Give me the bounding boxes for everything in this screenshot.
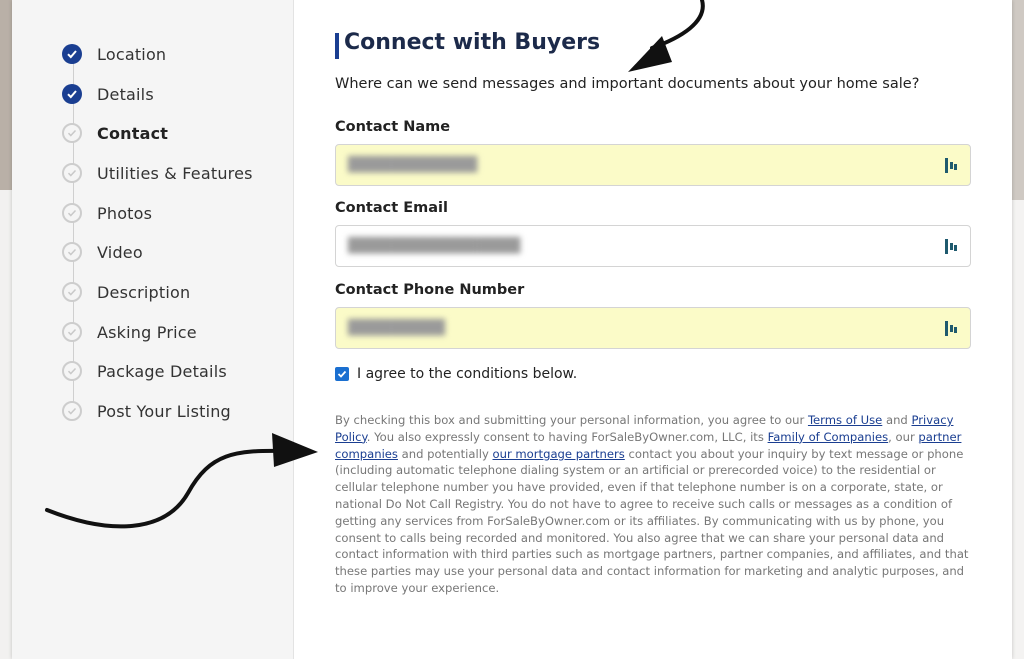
step-label: Photos	[97, 203, 153, 223]
step-label: Asking Price	[97, 322, 197, 342]
title-accent-bar	[335, 33, 339, 59]
check-icon	[62, 84, 82, 104]
contact-phone-input[interactable]: █████████	[335, 307, 971, 349]
step-sidebar: Location Details Contact Utilities & Fea…	[12, 0, 294, 659]
agree-checkbox-row[interactable]: I agree to the conditions below.	[335, 366, 577, 382]
contact-name-input[interactable]: ████████████	[335, 144, 971, 186]
step-contact[interactable]: Contact	[62, 121, 168, 145]
contact-name-label: Contact Name	[335, 119, 451, 135]
step-label: Post Your Listing	[97, 401, 231, 421]
contact-phone-label: Contact Phone Number	[335, 282, 525, 298]
family-of-companies-link[interactable]: Family of Companies	[768, 430, 889, 444]
step-photos[interactable]: Photos	[62, 201, 152, 225]
step-location[interactable]: Location	[62, 42, 166, 66]
step-label: Utilities & Features	[97, 163, 253, 183]
mortgage-partners-link[interactable]: our mortgage partners	[493, 447, 625, 461]
legal-disclaimer: By checking this box and submitting your…	[335, 413, 969, 595]
step-post-listing[interactable]: Post Your Listing	[62, 399, 231, 423]
step-label: Video	[97, 242, 143, 262]
password-manager-icon[interactable]	[944, 320, 958, 336]
step-label: Details	[97, 84, 154, 104]
step-details[interactable]: Details	[62, 82, 154, 106]
step-label: Location	[97, 44, 167, 64]
check-outline-icon	[62, 203, 82, 223]
step-description[interactable]: Description	[62, 280, 190, 304]
step-video[interactable]: Video	[62, 240, 143, 264]
step-label: Contact	[97, 123, 169, 143]
check-outline-icon	[62, 282, 82, 302]
page-title: Connect with Buyers	[344, 30, 601, 55]
check-outline-icon	[62, 322, 82, 342]
contact-email-label: Contact Email	[335, 200, 448, 216]
step-asking-price[interactable]: Asking Price	[62, 320, 197, 344]
contact-email-input[interactable]: ████████████████	[335, 225, 971, 267]
check-outline-icon	[62, 163, 82, 183]
annotation-arrow-top	[628, 0, 705, 72]
step-label: Package Details	[97, 361, 227, 381]
listing-wizard-card: Location Details Contact Utilities & Fea…	[12, 0, 1012, 659]
step-package-details[interactable]: Package Details	[62, 359, 227, 383]
check-outline-icon	[62, 242, 82, 262]
check-outline-icon	[62, 361, 82, 381]
step-utilities-features[interactable]: Utilities & Features	[62, 161, 253, 185]
agree-checkbox[interactable]	[335, 367, 349, 381]
contact-email-value: ████████████████	[348, 238, 521, 254]
check-outline-icon	[62, 123, 82, 143]
contact-name-value: ████████████	[348, 157, 478, 173]
check-outline-icon	[62, 401, 82, 421]
agree-label: I agree to the conditions below.	[357, 366, 578, 382]
step-label: Description	[97, 282, 191, 302]
terms-of-use-link[interactable]: Terms of Use	[808, 413, 882, 427]
password-manager-icon[interactable]	[944, 238, 958, 254]
contact-phone-value: █████████	[348, 320, 445, 336]
background-right	[1012, 0, 1024, 659]
check-icon	[62, 44, 82, 64]
password-manager-icon[interactable]	[944, 157, 958, 173]
annotation-arrow-left	[45, 433, 318, 529]
